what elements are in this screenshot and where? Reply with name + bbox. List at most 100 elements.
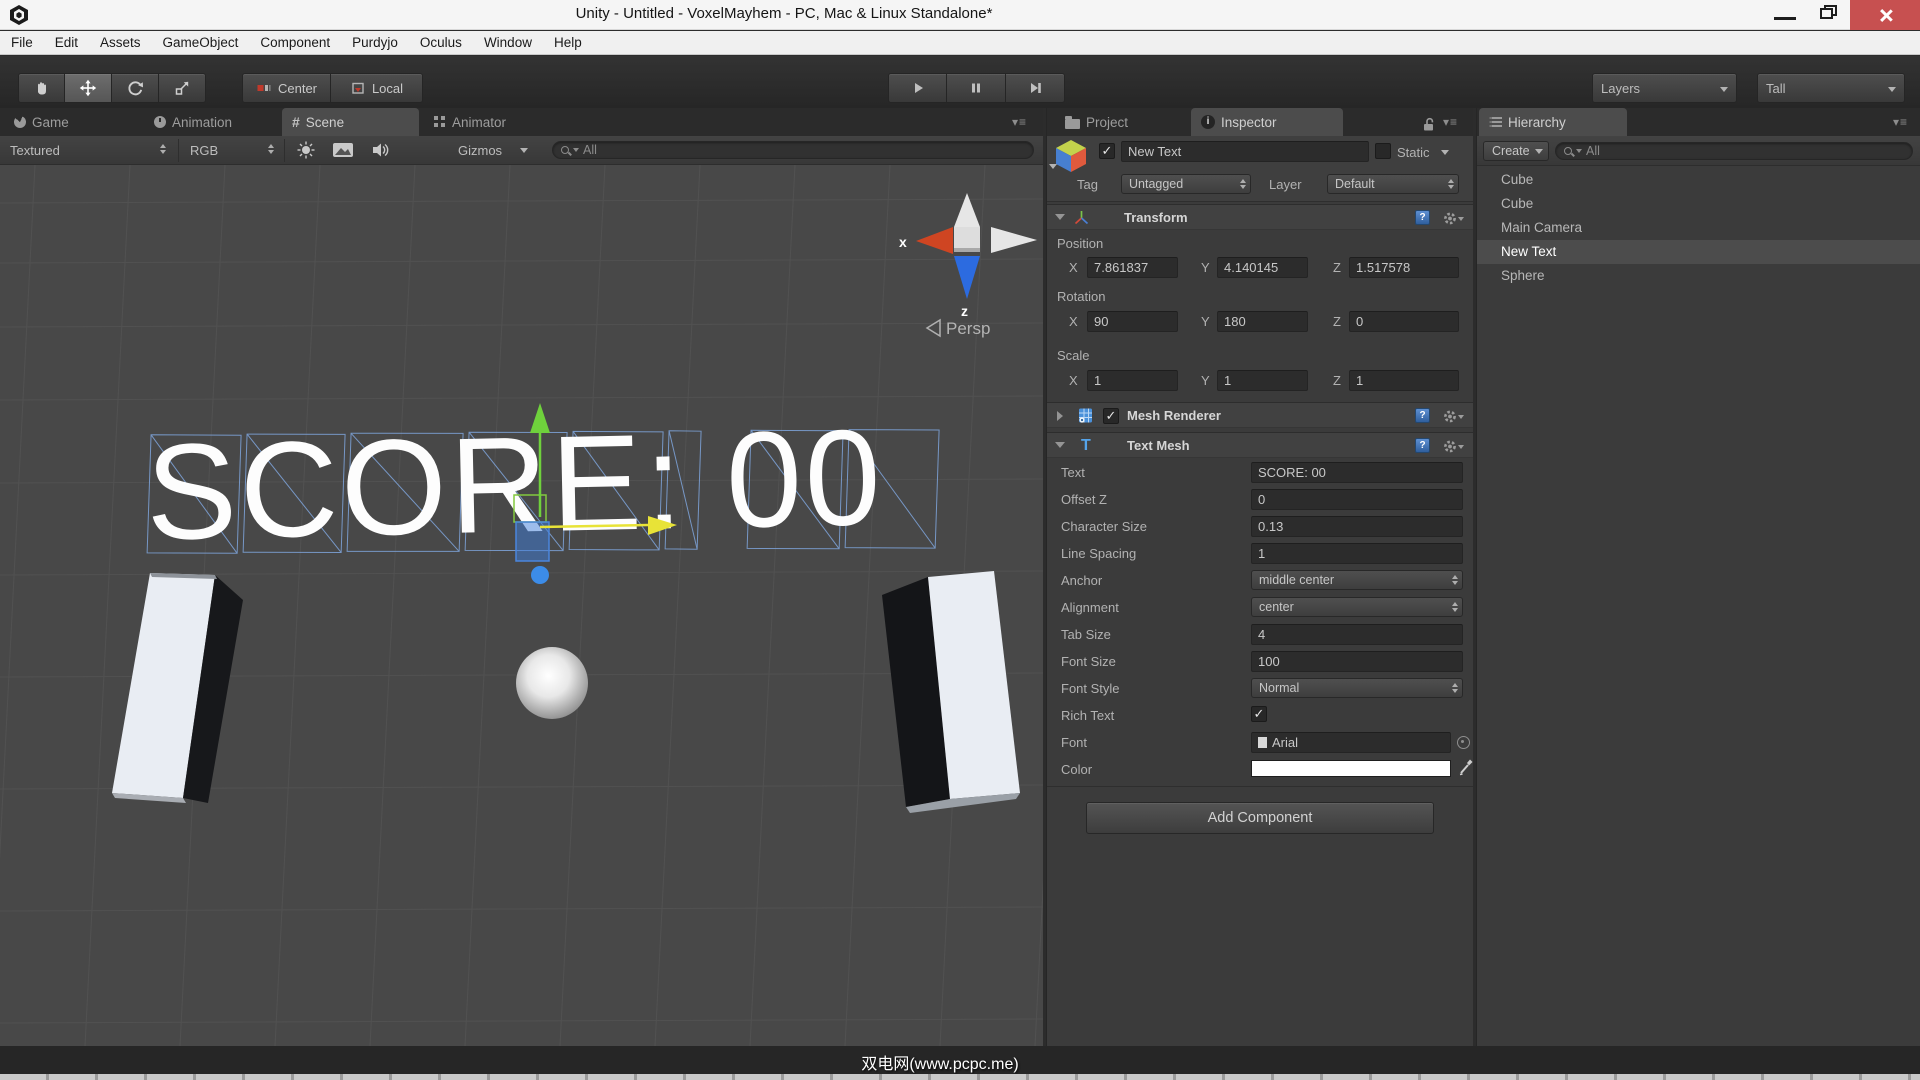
tab-inspector[interactable]: i Inspector (1191, 108, 1343, 136)
hierarchy-panel-menu-icon[interactable]: ▾≡ (1893, 115, 1908, 129)
line-spacing-field[interactable]: 1 (1251, 543, 1463, 564)
menu-item[interactable]: Oculus (409, 35, 473, 50)
hierarchy-item[interactable]: Main Camera (1477, 216, 1920, 240)
scale-y-field[interactable]: 1 (1217, 370, 1308, 391)
gameobject-name-field[interactable]: New Text (1121, 141, 1369, 162)
eyedropper-icon[interactable] (1457, 756, 1475, 776)
minimize-button[interactable] (1762, 0, 1810, 30)
tab-animation[interactable]: Animation (144, 108, 242, 136)
scale-x-field[interactable]: 1 (1087, 370, 1178, 391)
right-paddle-cube[interactable] (882, 571, 1020, 813)
tab-game[interactable]: Game (4, 108, 79, 136)
gizmos-dropdown[interactable]: Gizmos (458, 141, 502, 160)
hand-tool-button[interactable] (18, 73, 65, 103)
lock-icon[interactable] (1421, 116, 1438, 132)
static-checkbox[interactable] (1375, 143, 1391, 159)
restore-button[interactable] (1810, 0, 1850, 30)
scene-search-input[interactable]: All (552, 141, 1034, 159)
menu-item[interactable]: Window (473, 35, 543, 50)
anchor-dropdown[interactable]: middle center (1251, 570, 1463, 590)
object-picker-icon[interactable] (1457, 736, 1470, 749)
rotation-y-field[interactable]: 180 (1217, 311, 1308, 332)
gear-icon[interactable] (1443, 439, 1465, 454)
scene-viewport[interactable]: SCORE: 00 (0, 165, 1043, 1046)
space-local-button[interactable]: Local (331, 73, 423, 103)
foldout-closed-icon[interactable] (1057, 411, 1063, 421)
help-book-icon[interactable]: ? (1415, 408, 1430, 423)
text-field[interactable]: SCORE: 00 (1251, 462, 1463, 483)
rotation-x-field[interactable]: 90 (1087, 311, 1178, 332)
scene-panel-menu-icon[interactable]: ▾≡ (1012, 115, 1027, 129)
tag-dropdown[interactable]: Untagged (1121, 174, 1251, 194)
tab-scene[interactable]: # Scene (282, 108, 419, 136)
menu-item[interactable]: Help (543, 35, 593, 50)
text-mesh-header[interactable]: T Text Mesh ? (1047, 432, 1473, 458)
hierarchy-item[interactable]: Cube (1477, 192, 1920, 216)
rotation-z-field[interactable]: 0 (1349, 311, 1459, 332)
menu-item[interactable]: GameObject (152, 35, 250, 50)
position-x-field[interactable]: 7.861837 (1087, 257, 1178, 278)
alignment-dropdown[interactable]: center (1251, 597, 1463, 617)
scale-z-field[interactable]: 1 (1349, 370, 1459, 391)
lighting-toggle[interactable] (296, 140, 316, 159)
left-paddle-cube[interactable] (112, 573, 243, 803)
color-mode-dropdown[interactable]: RGB (190, 141, 218, 160)
transform-header[interactable]: Transform ? (1047, 204, 1473, 230)
play-button[interactable] (888, 73, 947, 103)
help-book-icon[interactable]: ? (1415, 210, 1430, 225)
menu-item[interactable]: Edit (44, 35, 89, 50)
layer-dropdown[interactable]: Default (1327, 174, 1459, 194)
active-checkbox[interactable]: ✓ (1099, 143, 1115, 159)
hierarchy-item[interactable]: New Text (1477, 240, 1920, 264)
offset-z-field[interactable]: 0 (1251, 489, 1463, 510)
close-button[interactable] (1850, 0, 1920, 30)
sphere-object[interactable] (516, 647, 588, 719)
pivot-center-button[interactable]: Center (242, 73, 331, 103)
draw-mode-dropdown[interactable]: Textured (10, 141, 60, 160)
character-size-field[interactable]: 0.13 (1251, 516, 1463, 537)
tab-animator[interactable]: Animator (424, 108, 516, 136)
font-object-field[interactable]: Arial (1251, 732, 1451, 753)
hierarchy-item[interactable]: Cube (1477, 168, 1920, 192)
audio-toggle[interactable] (370, 140, 390, 159)
pause-button[interactable] (947, 73, 1006, 103)
scale-tool-button[interactable] (159, 73, 206, 103)
font-style-dropdown[interactable]: Normal (1251, 678, 1463, 698)
close-icon (1878, 8, 1893, 23)
gear-icon[interactable] (1443, 211, 1465, 226)
add-component-button[interactable]: Add Component (1086, 802, 1434, 834)
rich-text-checkbox[interactable]: ✓ (1251, 706, 1267, 722)
hierarchy-search-input[interactable]: All (1555, 142, 1913, 160)
foldout-open-icon[interactable] (1055, 442, 1065, 448)
score-text-object[interactable]: SCORE: 00 (144, 401, 885, 568)
menu-item[interactable]: Purdyjo (341, 35, 409, 50)
tab-hierarchy[interactable]: Hierarchy (1479, 108, 1627, 136)
inspector-panel-menu-icon[interactable]: ▾≡ (1443, 115, 1458, 129)
foldout-open-icon[interactable] (1055, 214, 1065, 220)
mesh-renderer-checkbox[interactable]: ✓ (1103, 408, 1119, 424)
color-swatch[interactable] (1251, 760, 1451, 777)
position-y-field[interactable]: 4.140145 (1217, 257, 1308, 278)
chevron-down-icon (1888, 87, 1896, 92)
static-dropdown-icon[interactable] (1441, 150, 1449, 155)
font-size-field[interactable]: 100 (1251, 651, 1463, 672)
tab-project[interactable]: Project (1055, 108, 1138, 136)
hierarchy-item[interactable]: Sphere (1477, 264, 1920, 288)
layout-dropdown[interactable]: Tall (1757, 73, 1905, 103)
skybox-toggle[interactable] (332, 141, 354, 160)
mesh-renderer-header[interactable]: ✓ Mesh Renderer ? (1047, 402, 1473, 428)
position-z-field[interactable]: 1.517578 (1349, 257, 1459, 278)
step-button[interactable] (1006, 73, 1065, 103)
prefab-arrow-icon[interactable] (1049, 164, 1057, 169)
gear-icon[interactable] (1443, 409, 1465, 424)
move-tool-button[interactable] (65, 73, 112, 103)
layers-dropdown[interactable]: Layers (1592, 73, 1737, 103)
orientation-gizmo[interactable]: x z Persp (899, 193, 1037, 338)
menu-item[interactable]: Assets (89, 35, 152, 50)
rotate-tool-button[interactable] (112, 73, 159, 103)
help-book-icon[interactable]: ? (1415, 438, 1430, 453)
menu-item[interactable]: Component (249, 35, 341, 50)
tab-size-field[interactable]: 4 (1251, 624, 1463, 645)
create-button[interactable]: Create (1483, 141, 1549, 161)
menu-item[interactable]: File (0, 35, 44, 50)
